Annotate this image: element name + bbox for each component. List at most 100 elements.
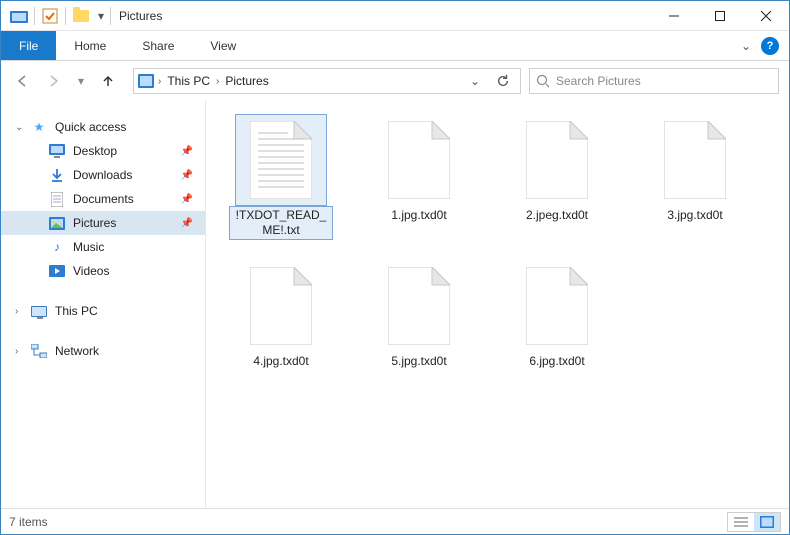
address-history-dropdown[interactable]: ⌄ — [462, 69, 488, 93]
up-button[interactable] — [97, 70, 119, 92]
sidebar-item-downloads[interactable]: Downloads 📌 — [1, 163, 205, 187]
tab-home[interactable]: Home — [56, 31, 124, 60]
sidebar-item-desktop[interactable]: Desktop 📌 — [1, 139, 205, 163]
window-title: Pictures — [119, 9, 162, 23]
chevron-right-icon[interactable]: › — [15, 346, 18, 357]
sidebar-this-pc[interactable]: › This PC — [1, 299, 205, 323]
file-name: 3.jpg.txd0t — [665, 207, 724, 224]
sidebar-item-label: Documents — [73, 192, 134, 206]
videos-icon — [49, 263, 65, 279]
content-pane[interactable]: !TXDOT_READ_ME!.txt 1.jpg.txd0t 2.jpeg.txd… — [206, 101, 789, 508]
file-name: !TXDOT_READ_ME!.txt — [230, 207, 332, 239]
sidebar-item-label: Network — [55, 344, 99, 358]
breadcrumb-pictures[interactable]: Pictures — [223, 74, 270, 88]
sidebar-item-label: Music — [73, 240, 104, 254]
file-name: 2.jpeg.txd0t — [524, 207, 590, 224]
file-item[interactable]: 3.jpg.txd0t — [644, 115, 746, 239]
sidebar-item-label: Quick access — [55, 120, 126, 134]
file-item[interactable]: 6.jpg.txd0t — [506, 261, 608, 370]
qat-folder-icon[interactable] — [69, 5, 93, 27]
help-icon[interactable]: ? — [761, 37, 779, 55]
window-controls — [651, 1, 789, 31]
file-name: 1.jpg.txd0t — [389, 207, 448, 224]
blank-file-icon — [512, 261, 602, 351]
ribbon: File Home Share View ⌄ ? — [1, 31, 789, 61]
sidebar-item-label: Videos — [73, 264, 109, 278]
file-item[interactable]: 2.jpeg.txd0t — [506, 115, 608, 239]
file-item[interactable]: !TXDOT_READ_ME!.txt — [230, 115, 332, 239]
file-grid: !TXDOT_READ_ME!.txt 1.jpg.txd0t 2.jpeg.txd… — [230, 115, 779, 370]
pin-icon: 📌 — [181, 218, 193, 229]
sidebar-network[interactable]: › Network — [1, 339, 205, 363]
quick-access-toolbar: ▾ — [7, 5, 108, 27]
blank-file-icon — [236, 261, 326, 351]
maximize-button[interactable] — [697, 1, 743, 31]
file-tab[interactable]: File — [1, 31, 56, 60]
downloads-icon — [49, 167, 65, 183]
blank-file-icon — [512, 115, 602, 205]
sidebar-item-label: Pictures — [73, 216, 116, 230]
status-item-count: 7 items — [9, 515, 727, 529]
navigation-bar: ▾ › This PC › Pictures ⌄ — [1, 61, 789, 101]
sidebar-quick-access[interactable]: ⌄ ★ Quick access — [1, 115, 205, 139]
sidebar-item-videos[interactable]: Videos — [1, 259, 205, 283]
pictures-icon — [49, 215, 65, 231]
qat-properties-icon[interactable] — [38, 5, 62, 27]
details-view-button[interactable] — [728, 513, 754, 531]
breadcrumb-this-pc[interactable]: This PC — [165, 74, 212, 88]
file-name: 4.jpg.txd0t — [251, 353, 310, 370]
sidebar-item-documents[interactable]: Documents 📌 — [1, 187, 205, 211]
location-picture-icon — [138, 73, 154, 89]
separator — [34, 7, 35, 25]
network-icon — [31, 343, 47, 359]
expand-ribbon-icon[interactable]: ⌄ — [741, 39, 751, 53]
text-file-icon — [236, 115, 326, 205]
blank-file-icon — [650, 115, 740, 205]
separator — [65, 7, 66, 25]
minimize-button[interactable] — [651, 1, 697, 31]
chevron-right-icon[interactable]: › — [158, 76, 161, 87]
close-button[interactable] — [743, 1, 789, 31]
tab-share[interactable]: Share — [124, 31, 192, 60]
separator — [110, 7, 111, 25]
qat-explorer-icon[interactable] — [7, 5, 31, 27]
address-bar[interactable]: › This PC › Pictures ⌄ — [133, 68, 521, 94]
this-pc-icon — [31, 303, 47, 319]
file-name: 5.jpg.txd0t — [389, 353, 448, 370]
documents-icon — [49, 191, 65, 207]
blank-file-icon — [374, 261, 464, 351]
view-toggle — [727, 512, 781, 532]
file-item[interactable]: 1.jpg.txd0t — [368, 115, 470, 239]
thumbnails-view-button[interactable] — [754, 513, 780, 531]
chevron-right-icon[interactable]: › — [216, 76, 219, 87]
blank-file-icon — [374, 115, 464, 205]
forward-button[interactable] — [43, 70, 65, 92]
chevron-down-icon[interactable]: ⌄ — [15, 122, 23, 133]
tab-view[interactable]: View — [192, 31, 254, 60]
search-box[interactable] — [529, 68, 779, 94]
status-bar: 7 items — [1, 508, 789, 534]
navigation-pane: ⌄ ★ Quick access Desktop 📌 Downloads 📌 D… — [1, 101, 206, 508]
refresh-button[interactable] — [490, 69, 516, 93]
search-icon — [536, 74, 550, 88]
pin-icon: 📌 — [181, 170, 193, 181]
sidebar-item-label: This PC — [55, 304, 98, 318]
file-item[interactable]: 5.jpg.txd0t — [368, 261, 470, 370]
chevron-right-icon[interactable]: › — [15, 306, 18, 317]
pin-icon: 📌 — [181, 194, 193, 205]
titlebar: ▾ Pictures — [1, 1, 789, 31]
pin-icon: 📌 — [181, 146, 193, 157]
file-name: 6.jpg.txd0t — [527, 353, 586, 370]
sidebar-item-label: Downloads — [73, 168, 132, 182]
music-icon: ♪ — [49, 239, 65, 255]
main-area: ⌄ ★ Quick access Desktop 📌 Downloads 📌 D… — [1, 101, 789, 508]
sidebar-item-pictures[interactable]: Pictures 📌 — [1, 211, 205, 235]
search-input[interactable] — [556, 74, 772, 88]
sidebar-item-label: Desktop — [73, 144, 117, 158]
file-item[interactable]: 4.jpg.txd0t — [230, 261, 332, 370]
qat-dropdown-icon[interactable]: ▾ — [94, 5, 108, 27]
sidebar-item-music[interactable]: ♪ Music — [1, 235, 205, 259]
star-icon: ★ — [31, 119, 47, 135]
back-button[interactable] — [11, 70, 33, 92]
recent-locations-dropdown[interactable]: ▾ — [75, 70, 87, 92]
